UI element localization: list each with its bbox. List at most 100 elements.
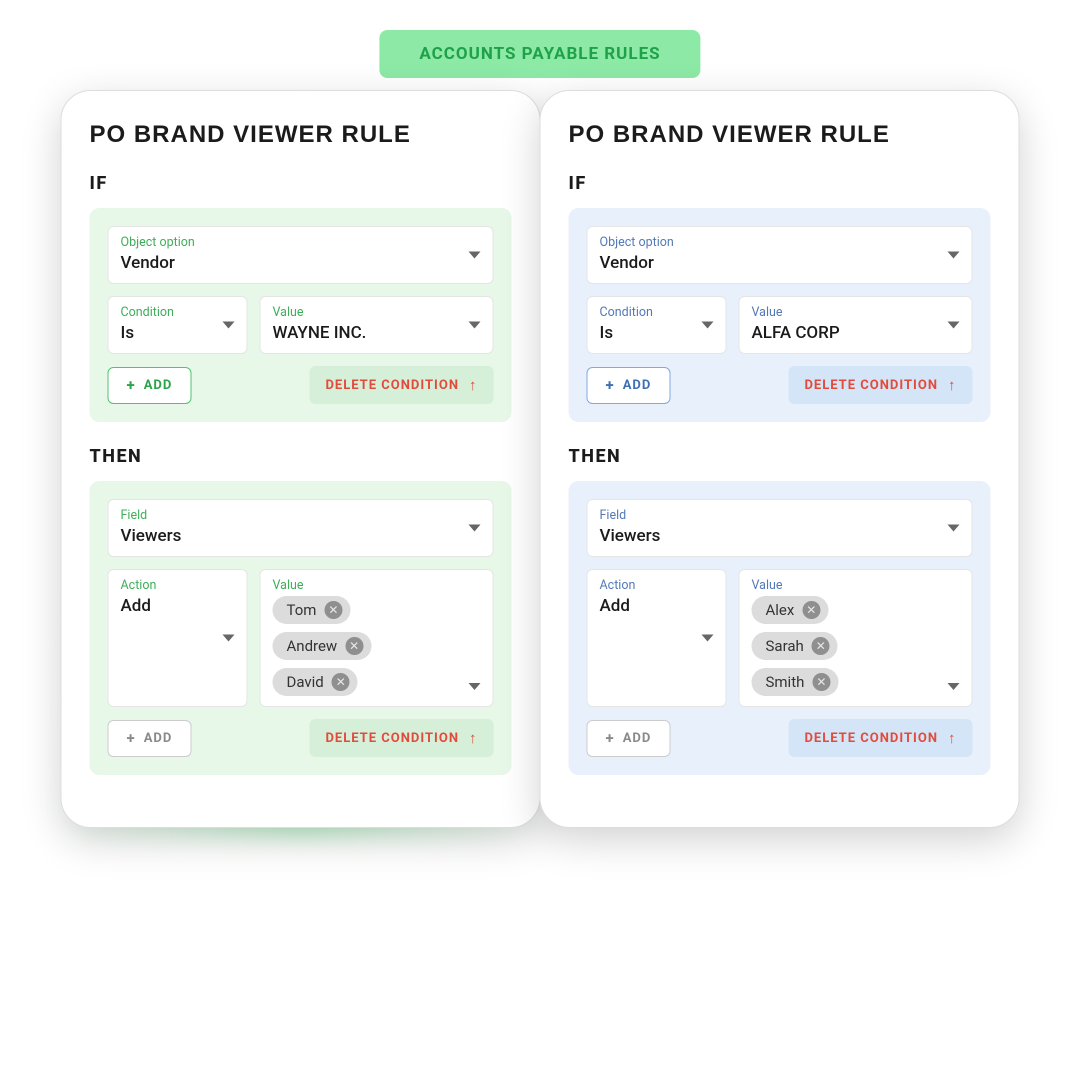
delete-label: DELETE CONDITION xyxy=(804,731,938,746)
rule-title: PO BRAND VIEWER RULE xyxy=(90,121,512,149)
rule-title: PO BRAND VIEWER RULE xyxy=(569,121,991,149)
field-value: WAYNE INC. xyxy=(273,323,481,343)
arrow-up-icon: ↑ xyxy=(948,376,957,394)
delete-label: DELETE CONDITION xyxy=(804,378,938,393)
chip: Sarah ✕ xyxy=(752,632,838,660)
field-label: Value xyxy=(273,305,481,320)
plus-icon: + xyxy=(127,731,136,746)
chip: Andrew ✕ xyxy=(273,632,372,660)
object-option-select[interactable]: Object option Vendor xyxy=(108,226,494,284)
chip-label: Sarah xyxy=(766,637,804,655)
add-action-button[interactable]: + ADD xyxy=(587,720,671,757)
delete-condition-button[interactable]: DELETE CONDITION ↑ xyxy=(309,366,493,404)
then-label: THEN xyxy=(90,446,512,467)
remove-chip-icon[interactable]: ✕ xyxy=(802,601,820,619)
remove-chip-icon[interactable]: ✕ xyxy=(332,673,350,691)
chevron-down-icon xyxy=(948,322,960,329)
field-value: Vendor xyxy=(600,253,960,273)
value-select[interactable]: Value ALFA CORP xyxy=(739,296,973,354)
field-label: Field xyxy=(600,508,960,523)
chevron-down-icon xyxy=(469,683,481,690)
chip: Smith ✕ xyxy=(752,668,839,696)
chip: Alex ✕ xyxy=(752,596,829,624)
field-value: Viewers xyxy=(121,526,481,546)
chip: Tom ✕ xyxy=(273,596,351,624)
field-value: Add xyxy=(121,596,235,616)
arrow-up-icon: ↑ xyxy=(469,376,478,394)
chevron-down-icon xyxy=(702,635,714,642)
field-label: Condition xyxy=(121,305,235,320)
chevron-down-icon xyxy=(948,525,960,532)
then-label: THEN xyxy=(569,446,991,467)
field-label: Object option xyxy=(121,235,481,250)
value-select[interactable]: Value WAYNE INC. xyxy=(260,296,494,354)
remove-chip-icon[interactable]: ✕ xyxy=(812,673,830,691)
arrow-up-icon: ↑ xyxy=(948,729,957,747)
add-condition-button[interactable]: + ADD xyxy=(587,367,671,404)
field-label: Action xyxy=(600,578,714,593)
chip: David ✕ xyxy=(273,668,358,696)
condition-select[interactable]: Condition Is xyxy=(108,296,248,354)
if-label: IF xyxy=(90,173,512,194)
plus-icon: + xyxy=(606,731,615,746)
then-block: Field Viewers Action Add Value Tom ✕ xyxy=(90,481,512,775)
field-value: Is xyxy=(600,323,714,343)
field-value: Viewers xyxy=(600,526,960,546)
chevron-down-icon xyxy=(223,322,235,329)
add-action-button[interactable]: + ADD xyxy=(108,720,192,757)
delete-condition-button[interactable]: DELETE CONDITION ↑ xyxy=(788,366,972,404)
remove-chip-icon[interactable]: ✕ xyxy=(812,637,830,655)
field-label: Value xyxy=(752,578,938,593)
field-value: Vendor xyxy=(121,253,481,273)
value-multiselect[interactable]: Value Alex ✕ Sarah ✕ Smith ✕ xyxy=(739,569,973,707)
chevron-down-icon xyxy=(223,635,235,642)
field-value: Is xyxy=(121,323,235,343)
value-multiselect[interactable]: Value Tom ✕ Andrew ✕ David ✕ xyxy=(260,569,494,707)
then-block: Field Viewers Action Add Value Alex xyxy=(569,481,991,775)
chip-label: David xyxy=(287,673,324,691)
remove-chip-icon[interactable]: ✕ xyxy=(345,637,363,655)
action-select[interactable]: Action Add xyxy=(108,569,248,707)
action-select[interactable]: Action Add xyxy=(587,569,727,707)
remove-chip-icon[interactable]: ✕ xyxy=(324,601,342,619)
chevron-down-icon xyxy=(469,322,481,329)
chevron-down-icon xyxy=(702,322,714,329)
chip-label: Alex xyxy=(766,601,795,619)
header-pill: ACCOUNTS PAYABLE RULES xyxy=(379,30,700,78)
add-condition-button[interactable]: + ADD xyxy=(108,367,192,404)
field-label: Value xyxy=(752,305,960,320)
chip-label: Tom xyxy=(287,601,317,619)
chevron-down-icon xyxy=(948,252,960,259)
if-label: IF xyxy=(569,173,991,194)
plus-icon: + xyxy=(606,378,615,393)
field-value: Add xyxy=(600,596,714,616)
rule-card: PO BRAND VIEWER RULE IF Object option Ve… xyxy=(61,90,541,828)
cards-container: PO BRAND VIEWER RULE IF Object option Ve… xyxy=(61,90,1020,828)
field-label: Action xyxy=(121,578,235,593)
chip-label: Smith xyxy=(766,673,805,691)
delete-condition-button[interactable]: DELETE CONDITION ↑ xyxy=(309,719,493,757)
arrow-up-icon: ↑ xyxy=(469,729,478,747)
field-label: Field xyxy=(121,508,481,523)
condition-select[interactable]: Condition Is xyxy=(587,296,727,354)
field-label: Condition xyxy=(600,305,714,320)
chip-label: Andrew xyxy=(287,637,338,655)
add-label: ADD xyxy=(623,731,652,746)
field-label: Value xyxy=(273,578,459,593)
if-block: Object option Vendor Condition Is Value … xyxy=(569,208,991,422)
chevron-down-icon xyxy=(469,525,481,532)
field-label: Object option xyxy=(600,235,960,250)
field-select[interactable]: Field Viewers xyxy=(108,499,494,557)
add-label: ADD xyxy=(144,378,173,393)
plus-icon: + xyxy=(127,378,136,393)
delete-label: DELETE CONDITION xyxy=(325,378,459,393)
add-label: ADD xyxy=(144,731,173,746)
rule-card: PO BRAND VIEWER RULE IF Object option Ve… xyxy=(540,90,1020,828)
if-block: Object option Vendor Condition Is Value … xyxy=(90,208,512,422)
object-option-select[interactable]: Object option Vendor xyxy=(587,226,973,284)
delete-label: DELETE CONDITION xyxy=(325,731,459,746)
chevron-down-icon xyxy=(948,683,960,690)
field-select[interactable]: Field Viewers xyxy=(587,499,973,557)
chevron-down-icon xyxy=(469,252,481,259)
delete-condition-button[interactable]: DELETE CONDITION ↑ xyxy=(788,719,972,757)
